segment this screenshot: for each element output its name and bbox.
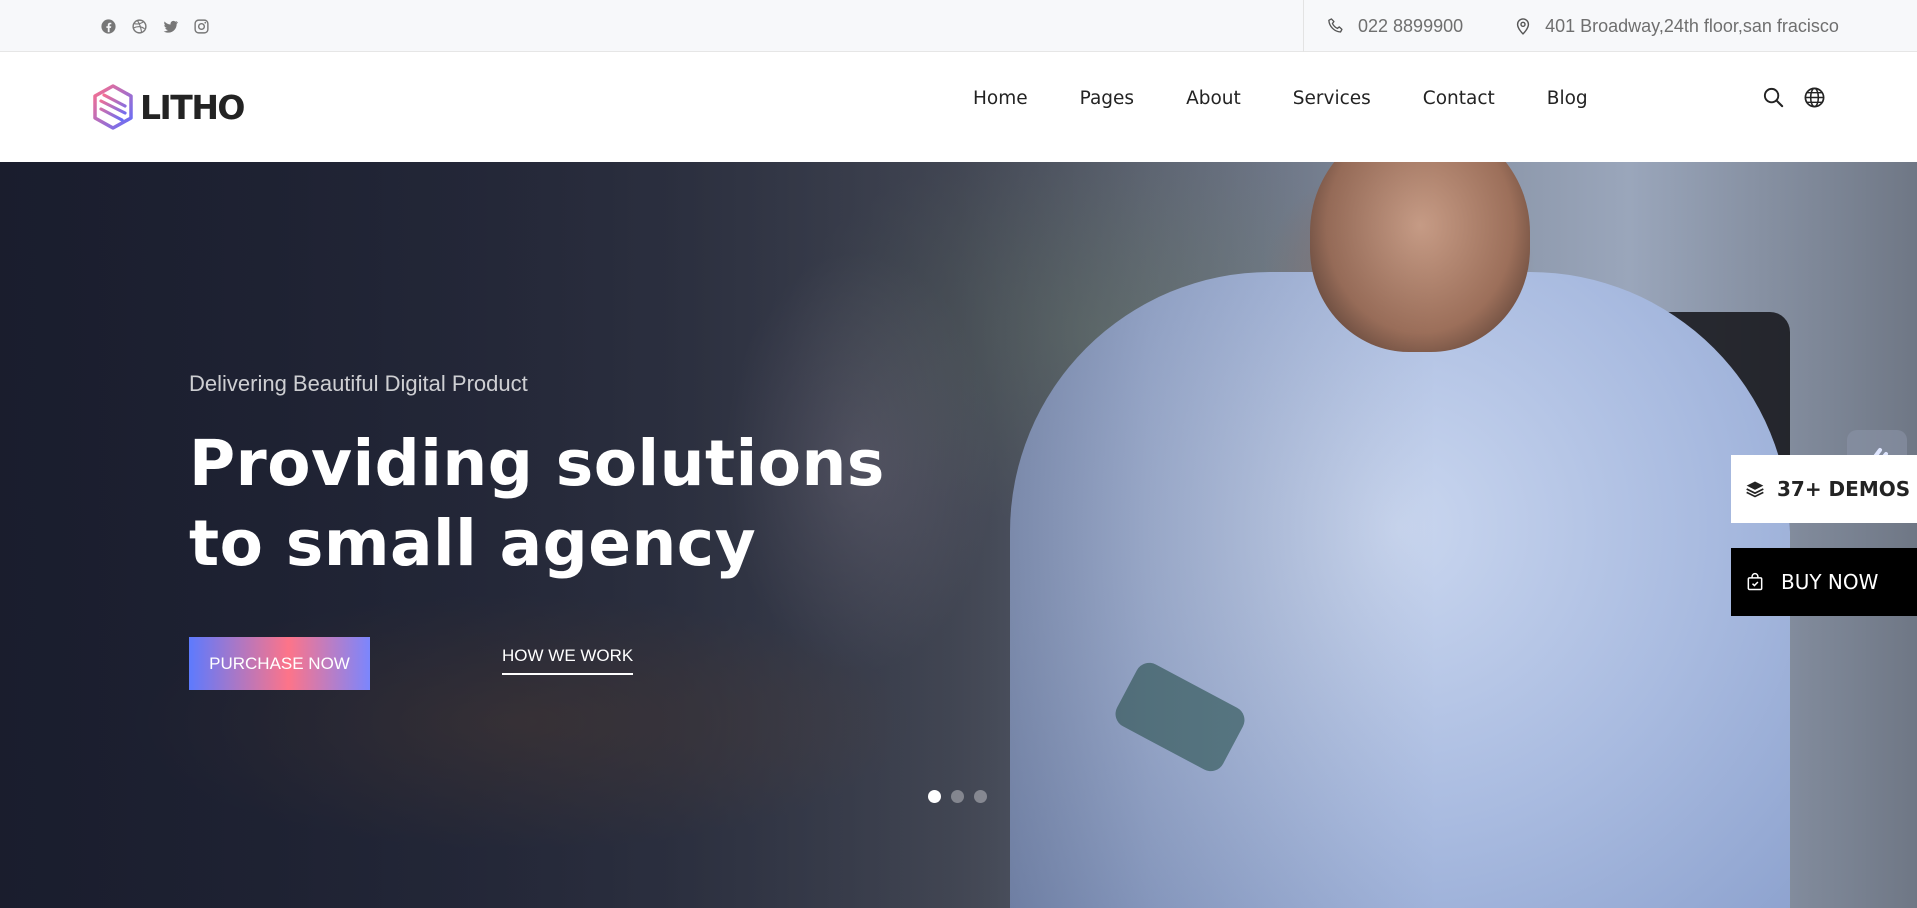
map-pin-icon	[1516, 18, 1530, 35]
top-bar: 022 8899900 401 Broadway,24th floor,san …	[0, 0, 1917, 52]
hero-title: Providing solutions to small agency	[189, 424, 909, 584]
how-we-work-link[interactable]: HOW WE WORK	[502, 646, 634, 675]
address-item[interactable]: 401 Broadway,24th floor,san fracisco	[1513, 16, 1839, 37]
contact-info: 022 8899900 401 Broadway,24th floor,san …	[1303, 0, 1839, 52]
nav-item-contact[interactable]: Contact	[1423, 88, 1495, 109]
nav-item-services[interactable]: Services	[1293, 88, 1371, 109]
search-icon[interactable]	[1762, 86, 1785, 109]
site-logo[interactable]: LITHO	[92, 84, 246, 130]
nav-item-pages[interactable]: Pages	[1080, 88, 1134, 109]
slider-pagination	[928, 790, 987, 803]
hero-title-line-2: to small agency	[189, 507, 757, 580]
hero-slider: Delivering Beautiful Digital Product Pro…	[0, 162, 1917, 908]
nav-item-blog[interactable]: Blog	[1547, 88, 1588, 109]
shopping-bag-icon	[1747, 572, 1763, 591]
social-links	[100, 18, 210, 35]
main-nav: Home Pages About Services Contact Blog	[973, 88, 1640, 109]
logo-mark-icon	[93, 84, 133, 130]
phone-item[interactable]: 022 8899900	[1326, 16, 1463, 37]
buy-now-button[interactable]: BUY NOW	[1731, 548, 1917, 616]
layers-icon	[1746, 481, 1764, 498]
logo-text: LITHO	[140, 87, 246, 127]
nav-item-about[interactable]: About	[1186, 88, 1241, 109]
demos-button[interactable]: 37+ DEMOS	[1731, 455, 1917, 523]
demos-label: 37+ DEMOS	[1777, 477, 1911, 501]
hero-title-line-1: Providing solutions	[189, 427, 885, 500]
header-actions	[1762, 86, 1826, 109]
purchase-now-button[interactable]: PURCHASE NOW	[189, 637, 370, 690]
address-text: 401 Broadway,24th floor,san fracisco	[1545, 15, 1839, 36]
slide-dot-2[interactable]	[951, 790, 964, 803]
globe-icon[interactable]	[1803, 86, 1826, 109]
nav-item-home[interactable]: Home	[973, 88, 1028, 109]
instagram-icon[interactable]	[193, 18, 210, 35]
hero-subtitle: Delivering Beautiful Digital Product	[189, 371, 528, 396]
facebook-icon[interactable]	[100, 18, 117, 35]
buy-now-label: BUY NOW	[1781, 570, 1879, 594]
twitter-icon[interactable]	[162, 18, 179, 35]
main-header: LITHO Home Pages About Services Contact …	[0, 52, 1917, 162]
dribbble-icon[interactable]	[131, 18, 148, 35]
slide-dot-1[interactable]	[928, 790, 941, 803]
phone-number: 022 8899900	[1358, 15, 1464, 36]
slide-dot-3[interactable]	[974, 790, 987, 803]
phone-icon	[1328, 18, 1343, 33]
